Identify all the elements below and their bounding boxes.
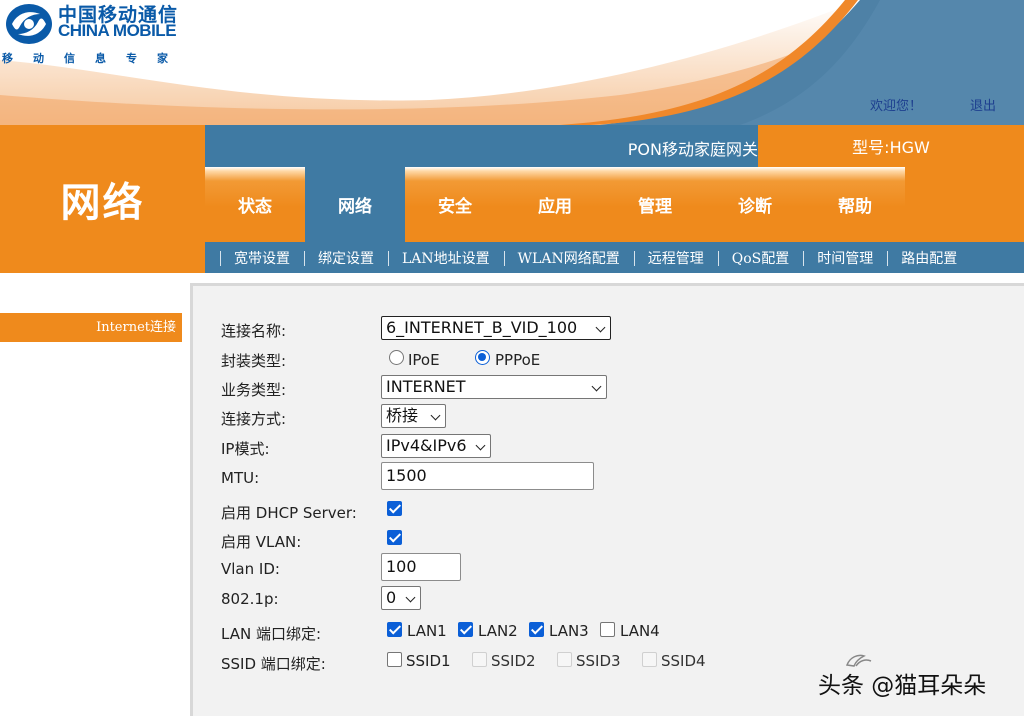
tab-status[interactable]: 状态 — [205, 167, 305, 242]
service-type-select[interactable]: INTERNET — [381, 375, 607, 399]
ssid4-label: SSID4 — [661, 652, 706, 670]
lan3-label: LAN3 — [549, 622, 589, 640]
subtab-lan-address[interactable]: LAN地址设置 — [388, 248, 504, 268]
logout-link[interactable]: 退出 — [970, 95, 996, 114]
logo-slogan: 移动信息专家 — [2, 52, 188, 65]
page-header: 中国移动通信 CHINA MOBILE 移动信息专家 欢迎您！ 退出 — [0, 0, 1024, 125]
encapsulation-ipoe-label: IPoE — [408, 351, 440, 369]
connection-name-row: 连接名称: 6_INTERNET_B_VID_100 — [221, 316, 1001, 342]
tab-diagnostics[interactable]: 诊断 — [705, 167, 805, 242]
encapsulation-row: 封装类型: IPoE PPPoE — [221, 346, 1001, 372]
encapsulation-ipoe-radio[interactable] — [389, 350, 404, 365]
dhcp-server-label: 启用 DHCP Server: — [221, 504, 357, 522]
lan2-label: LAN2 — [478, 622, 518, 640]
ssid3-checkbox[interactable] — [557, 652, 572, 667]
subtab-qos[interactable]: QoS配置 — [717, 248, 804, 268]
tab-application[interactable]: 应用 — [505, 167, 605, 242]
dhcp-server-checkbox[interactable] — [387, 501, 402, 516]
ssid2-checkbox[interactable] — [472, 652, 487, 667]
vlan-id-label: Vlan ID: — [221, 560, 280, 578]
gateway-strip: PON移动家庭网关 — [205, 125, 758, 167]
subtab-routing[interactable]: 路由配置 — [887, 248, 971, 268]
main-tabs: 状态 网络 安全 应用 管理 诊断 帮助 — [205, 167, 905, 242]
side-menu: Internet连接 — [0, 273, 190, 716]
sidebar-item-internet-connection[interactable]: Internet连接 — [0, 313, 182, 342]
model-label: 型号:HGW — [852, 138, 930, 157]
mtu-row: MTU: 1500 — [221, 462, 1001, 490]
vlan-label: 启用 VLAN: — [221, 533, 302, 551]
connection-name-value: 6_INTERNET_B_VID_100 — [386, 318, 578, 337]
dot1p-select[interactable]: 0 — [381, 586, 421, 610]
lan1-checkbox[interactable] — [387, 622, 402, 637]
chevron-down-icon — [405, 592, 416, 603]
chevron-down-icon — [430, 410, 441, 421]
tab-security[interactable]: 安全 — [405, 167, 505, 242]
ssid1-checkbox[interactable] — [387, 652, 402, 667]
ip-mode-row: IP模式: IPv4&IPv6 — [221, 434, 1001, 460]
section-title: 网络 — [60, 180, 145, 226]
connection-mode-row: 连接方式: 桥接 — [221, 404, 1001, 430]
subtab-remote-management[interactable]: 远程管理 — [633, 248, 718, 268]
encapsulation-pppoe-radio[interactable] — [475, 350, 490, 365]
chevron-down-icon — [475, 440, 486, 451]
subtab-broadband[interactable]: 宽带设置 — [220, 248, 304, 268]
ip-mode-label: IP模式: — [221, 440, 270, 458]
china-mobile-logo: 中国移动通信 CHINA MOBILE 移动信息专家 — [2, 0, 192, 70]
ssid3-label: SSID3 — [576, 652, 621, 670]
service-type-label: 业务类型: — [221, 381, 287, 399]
dot1p-label: 802.1p: — [221, 590, 279, 608]
gateway-name: PON移动家庭网关 — [627, 140, 758, 159]
lan2-checkbox[interactable] — [458, 622, 473, 637]
vlan-id-row: Vlan ID: 100 — [221, 553, 1001, 581]
chevron-down-icon — [591, 381, 602, 392]
lan1-label: LAN1 — [407, 622, 447, 640]
china-mobile-logo-icon — [6, 4, 52, 44]
encapsulation-label: 封装类型: — [221, 352, 287, 370]
vlan-checkbox[interactable] — [387, 530, 402, 545]
tab-management[interactable]: 管理 — [605, 167, 705, 242]
sub-tabs: 宽带设置 绑定设置 LAN地址设置 WLAN网络配置 远程管理 QoS配置 时间… — [205, 242, 1024, 273]
ssid2-label: SSID2 — [491, 652, 536, 670]
vlan-id-input[interactable]: 100 — [381, 553, 461, 581]
connection-mode-label: 连接方式: — [221, 410, 287, 428]
connection-name-select[interactable]: 6_INTERNET_B_VID_100 — [381, 316, 611, 340]
logo-english-text: CHINA MOBILE — [58, 21, 177, 40]
ip-mode-select[interactable]: IPv4&IPv6 — [381, 434, 491, 458]
dot1p-value: 0 — [386, 588, 397, 607]
dhcp-server-row: 启用 DHCP Server: — [221, 498, 1001, 524]
mtu-input[interactable]: 1500 — [381, 462, 594, 490]
lan4-label: LAN4 — [620, 622, 660, 640]
subtab-binding[interactable]: 绑定设置 — [304, 248, 388, 268]
watermark-text: 头条 @猫耳朵朵 — [818, 673, 987, 699]
lan4-checkbox[interactable] — [600, 622, 615, 637]
ssid4-checkbox[interactable] — [642, 652, 657, 667]
tab-network[interactable]: 网络 — [305, 167, 405, 242]
connection-mode-select[interactable]: 桥接 — [381, 404, 446, 428]
service-type-value: INTERNET — [386, 377, 466, 396]
vlan-row: 启用 VLAN: — [221, 527, 1001, 553]
internet-connection-form: 连接名称: 6_INTERNET_B_VID_100 封装类型: IPoE PP… — [190, 283, 1024, 716]
encapsulation-pppoe-label: PPPoE — [495, 351, 541, 369]
ssid1-label: SSID1 — [406, 652, 451, 670]
lan3-checkbox[interactable] — [529, 622, 544, 637]
connection-name-label: 连接名称: — [221, 322, 287, 340]
lan-binding-row: LAN 端口绑定: LAN1 LAN2 LAN3 LAN4 — [221, 619, 1001, 645]
subtab-time[interactable]: 时间管理 — [803, 248, 887, 268]
dot1p-row: 802.1p: 0 — [221, 586, 1001, 612]
tab-help[interactable]: 帮助 — [805, 167, 905, 242]
nav-bar: 网络 PON移动家庭网关 型号:HGW 状态 网络 安全 应用 管理 诊断 帮助… — [0, 125, 1024, 273]
lan-binding-label: LAN 端口绑定: — [221, 625, 322, 643]
mtu-label: MTU: — [221, 469, 260, 487]
subtab-wlan[interactable]: WLAN网络配置 — [503, 248, 634, 268]
connection-mode-value: 桥接 — [386, 406, 419, 425]
chevron-down-icon — [595, 322, 606, 333]
service-type-row: 业务类型: INTERNET — [221, 375, 1001, 401]
welcome-text: 欢迎您！ — [870, 99, 923, 114]
ip-mode-value: IPv4&IPv6 — [386, 436, 467, 455]
ssid-binding-label: SSID 端口绑定: — [221, 655, 326, 673]
